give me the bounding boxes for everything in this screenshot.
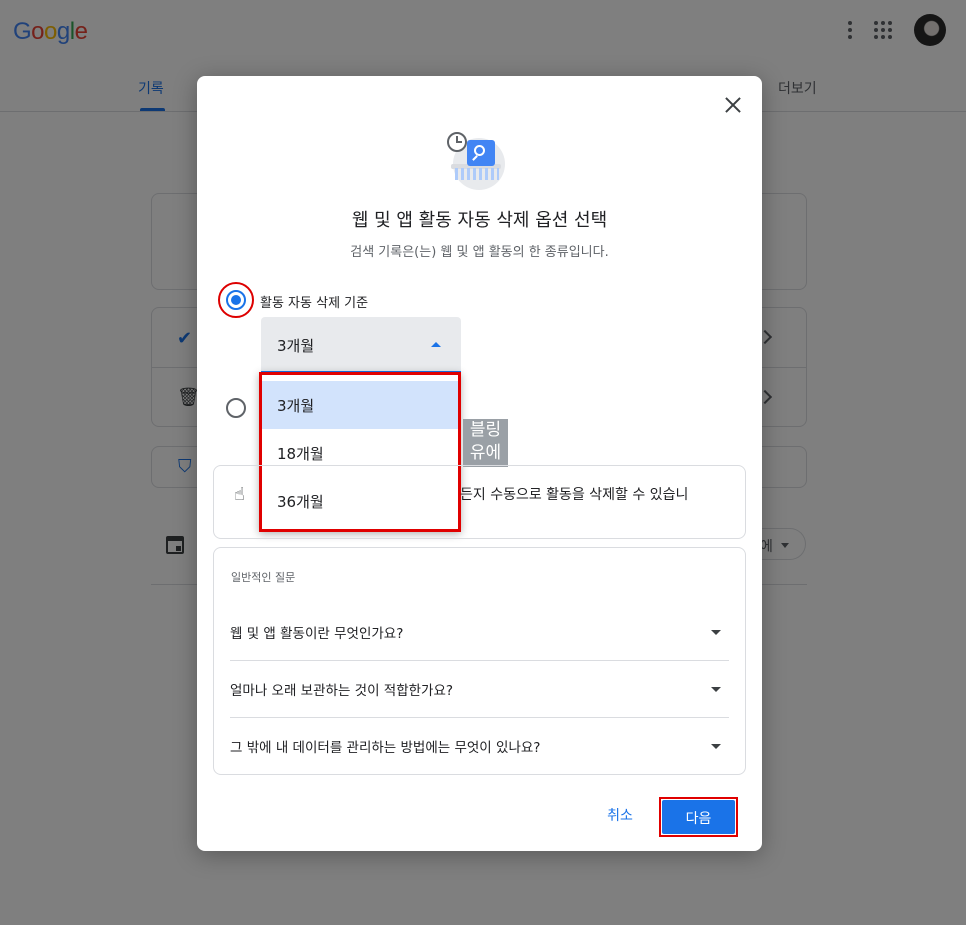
dialog-subtitle: 검색 기록은(는) 웹 및 앱 활동의 한 종류입니다. — [350, 245, 609, 260]
auto-delete-label: 활동 자동 삭제 기준 — [260, 296, 369, 311]
tooltip-overlay: 블링 유에 — [463, 419, 508, 467]
expand-icon — [711, 744, 721, 749]
faq-heading: 일반적인 질문 — [231, 571, 296, 584]
manual-delete-card: ☝ 든지 수동으로 활동을 삭제할 수 있습니 — [213, 465, 746, 539]
faq-item[interactable]: 얼마나 오래 보관하는 것이 적합한가요? — [230, 661, 729, 718]
faq-question: 그 밖에 내 데이터를 관리하는 방법에는 무엇이 있나요? — [230, 740, 541, 756]
faq-item[interactable]: 그 밖에 내 데이터를 관리하는 방법에는 무엇이 있나요? — [230, 718, 729, 775]
hand-icon: ☝ — [234, 484, 245, 505]
dont-auto-delete-radio[interactable] — [226, 398, 246, 418]
faq-question: 웹 및 앱 활동이란 무엇인가요? — [230, 626, 404, 642]
period-select[interactable]: 3개월 — [261, 317, 461, 373]
close-icon[interactable] — [722, 94, 744, 116]
dialog-title: 웹 및 앱 활동 자동 삭제 옵션 선택 — [351, 210, 608, 231]
auto-delete-radio[interactable] — [226, 290, 246, 310]
manual-delete-text: 든지 수동으로 활동을 삭제할 수 있습니 — [460, 487, 689, 503]
expand-icon — [711, 687, 721, 692]
select-value: 3개월 — [277, 337, 315, 355]
arrow-up-icon — [431, 342, 441, 347]
next-button[interactable]: 다음 — [662, 800, 735, 834]
faq-card: 일반적인 질문 웹 및 앱 활동이란 무엇인가요? 얼마나 오래 보관하는 것이… — [213, 547, 746, 775]
faq-question: 얼마나 오래 보관하는 것이 적합한가요? — [230, 683, 454, 699]
cancel-button[interactable]: 취소 — [591, 796, 649, 832]
faq-item[interactable]: 웹 및 앱 활동이란 무엇인가요? — [230, 604, 729, 661]
option-3-months[interactable]: 3개월 — [262, 381, 458, 429]
expand-icon — [711, 630, 721, 635]
auto-delete-illustration-icon — [447, 132, 511, 190]
auto-delete-dialog: 웹 및 앱 활동 자동 삭제 옵션 선택 검색 기록은(는) 웹 및 앱 활동의… — [197, 76, 762, 851]
